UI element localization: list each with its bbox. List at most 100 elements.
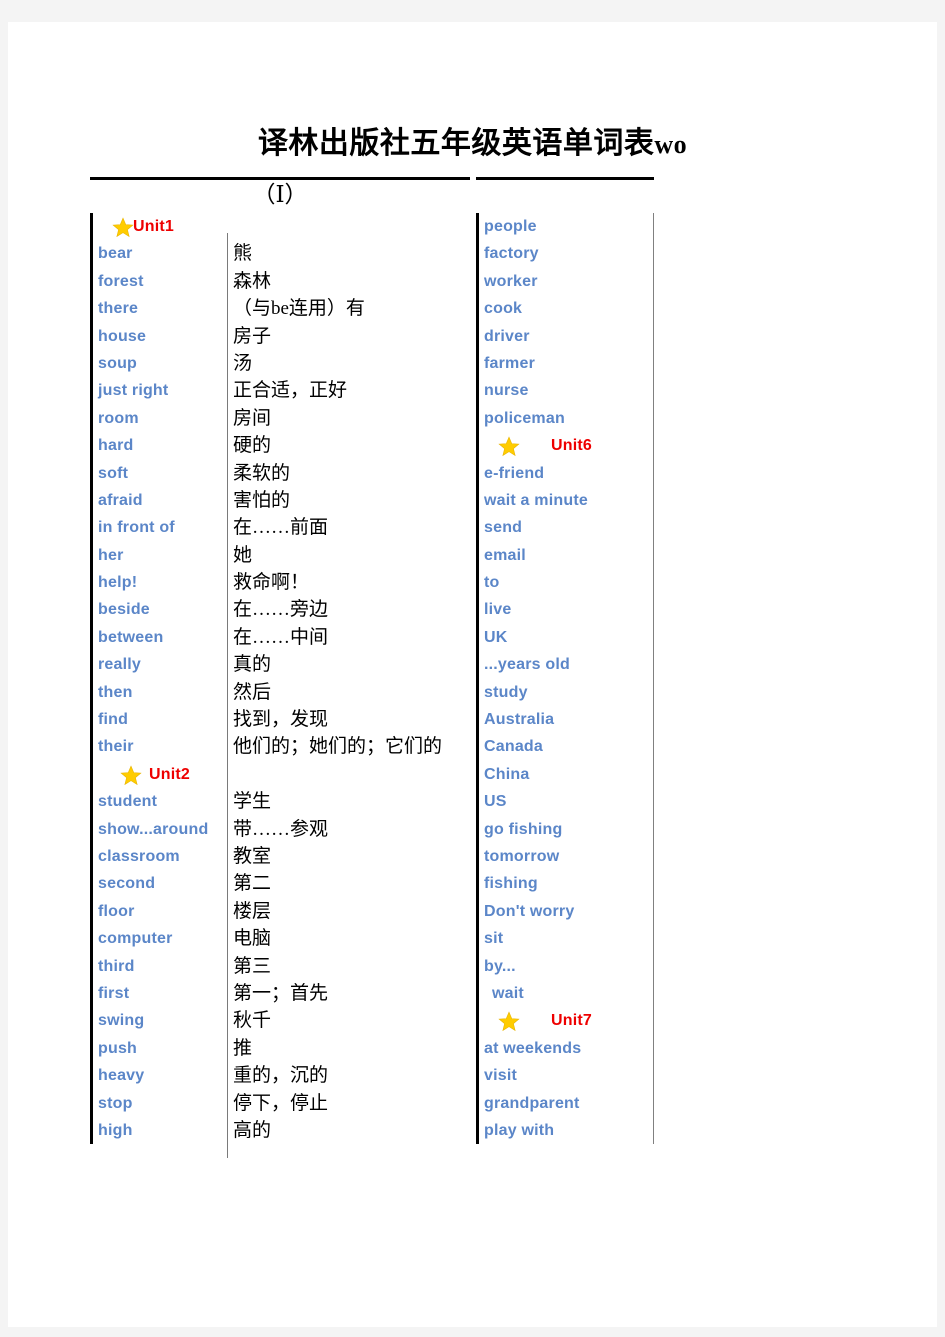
vocabulary-row: classroom 教室 [93, 843, 470, 870]
english-word: just right [98, 382, 169, 400]
chinese-translation: 在……前面 [233, 517, 329, 539]
english-word: policeman [484, 409, 565, 427]
vocabulary-row: send [479, 514, 653, 541]
vocabulary-row: find 找到，发现 [93, 706, 470, 733]
english-word: hard [98, 437, 134, 455]
english-word: Canada [484, 738, 543, 756]
chinese-translation: 森林 [233, 270, 272, 292]
english-word: driver [484, 327, 530, 345]
vocabulary-row: UK [479, 624, 653, 651]
vocabulary-row: nurse [479, 377, 653, 404]
chinese-translation: 真的 [233, 654, 272, 676]
vocabulary-row: ...years old [479, 651, 653, 678]
english-word: worker [484, 272, 538, 290]
english-word: farmer [484, 354, 536, 372]
vocabulary-row: stop 停下，停止 [93, 1090, 470, 1117]
english-word: live [484, 601, 512, 619]
english-word: nurse [484, 382, 529, 400]
chinese-translation: 重的，沉的 [233, 1065, 329, 1087]
english-word: factory [484, 245, 539, 263]
english-word: her [98, 546, 124, 564]
english-word: in front of [98, 519, 175, 537]
english-word: first [98, 984, 130, 1002]
page-title-latin: wo [654, 130, 688, 159]
vocabulary-row: then 然后 [93, 679, 470, 706]
english-word: email [484, 546, 526, 564]
unit-heading-row: Unit2 [93, 761, 470, 788]
vocabulary-row: study [479, 679, 653, 706]
vocabulary-table: （Ⅰ） Unit1 bear 熊 forest 森林 there （与be连用）有 house… [82, 177, 654, 1158]
english-word: play with [484, 1121, 555, 1139]
chinese-translation: 带……参观 [233, 818, 329, 840]
chinese-translation: 高的 [233, 1119, 272, 1141]
vocabulary-row: e-friend [479, 460, 653, 487]
vocabulary-row: second 第二 [93, 870, 470, 897]
english-word: really [98, 656, 142, 674]
chinese-translation: 教室 [233, 845, 272, 867]
vocabulary-row: China [479, 761, 653, 788]
chinese-translation: 然后 [233, 681, 272, 703]
chinese-translation: 正合适，正好 [233, 380, 348, 402]
vocabulary-row: live [479, 596, 653, 623]
english-word: find [98, 711, 129, 729]
unit-label: Unit1 [133, 218, 174, 235]
english-word: go fishing [484, 820, 563, 838]
english-word: e-friend [484, 464, 545, 482]
vocabulary-row: swing 秋千 [93, 1007, 470, 1034]
vocabulary-row: policeman [479, 405, 653, 432]
english-word: their [98, 738, 134, 756]
vocabulary-row: their 他们的；她们的；它们的 [93, 733, 470, 760]
english-word: UK [484, 628, 508, 646]
unit-heading-row: Unit6 [479, 432, 653, 459]
vocabulary-row: soft 柔软的 [93, 460, 470, 487]
english-word: classroom [98, 847, 180, 865]
english-word: floor [98, 902, 135, 920]
vocabulary-row: high 高的 [93, 1117, 470, 1144]
english-word: push [98, 1039, 138, 1057]
vocabulary-row: go fishing [479, 816, 653, 843]
vocabulary-row: there （与be连用）有 [93, 295, 470, 322]
english-word: then [98, 683, 133, 701]
vocabulary-row: really 真的 [93, 651, 470, 678]
vocabulary-row: just right 正合适，正好 [93, 377, 470, 404]
chinese-translation: 第三 [233, 955, 272, 977]
vocabulary-row: room 房间 [93, 405, 470, 432]
english-word: computer [98, 930, 173, 948]
table-columns: Unit1 bear 熊 forest 森林 there （与be连用）有 house 房子 so… [82, 213, 654, 1158]
vocabulary-row: worker [479, 268, 653, 295]
english-word: Australia [484, 711, 555, 729]
vocabulary-row: at weekends [479, 1035, 653, 1062]
english-word: house [98, 327, 147, 345]
vocabulary-row: to [479, 569, 653, 596]
vocabulary-row: farmer [479, 350, 653, 377]
chinese-translation: 学生 [233, 791, 272, 813]
vocabulary-row: Australia [479, 706, 653, 733]
english-word: third [98, 957, 135, 975]
unit-label: Unit7 [551, 1012, 592, 1030]
chinese-translation: 找到，发现 [233, 709, 329, 731]
vocabulary-row: beside 在……旁边 [93, 596, 470, 623]
chinese-translation: 秋千 [233, 1010, 272, 1032]
english-word: cook [484, 300, 523, 318]
page-title-cjk: 译林出版社五年级英语单词表 [257, 127, 655, 160]
vocabulary-row: tomorrow [479, 843, 653, 870]
english-word: room [98, 409, 139, 427]
chinese-translation: 第二 [233, 873, 272, 895]
english-word: soft [98, 464, 129, 482]
english-word: China [484, 765, 530, 783]
vocabulary-row: Don't worry [479, 898, 653, 925]
chinese-translation: 在……中间 [233, 626, 329, 648]
english-word: at weekends [484, 1039, 582, 1057]
star-icon [111, 216, 135, 239]
english-word: wait a minute [484, 491, 588, 509]
english-word: tomorrow [484, 847, 560, 865]
english-word: stop [98, 1094, 133, 1112]
vocabulary-row: afraid 害怕的 [93, 487, 470, 514]
vocabulary-row: by... [479, 953, 653, 980]
english-word: grandparent [484, 1094, 580, 1112]
vocabulary-row: visit [479, 1062, 653, 1089]
document-page: 译林出版社五年级英语单词表wo （Ⅰ） Unit1 bear 熊 forest 森林 th… [8, 22, 937, 1327]
english-word: Don't worry [484, 902, 575, 920]
english-word: fishing [484, 875, 538, 893]
english-word: student [98, 793, 158, 811]
